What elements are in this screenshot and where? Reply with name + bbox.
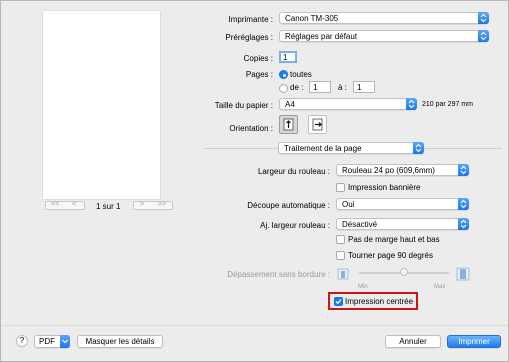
orientation-label: Orientation : [229,124,273,133]
center-print-label: Impression centrée [345,297,414,306]
copies-value: 1 [283,53,288,62]
paper-dimensions: 210 par 297 mm [422,101,473,108]
popup-arrows-icon [478,12,489,24]
first-page-button[interactable]: << [51,201,59,208]
pages-from-label: de : [290,83,304,92]
roll-width-label: Largeur du rouleau : [257,167,330,176]
banner-print-label: Impression bannière [348,183,421,192]
page-preview [43,11,160,199]
printer-select[interactable]: Canon TM-305 [279,12,489,24]
pages-to-field[interactable]: 1 [353,81,375,93]
pdf-dropdown-icon [60,335,70,348]
paper-size-select[interactable]: A4 [279,98,417,110]
popup-arrows-icon [406,98,417,110]
popup-arrows-icon [413,142,424,154]
fit-roll-width-value: Désactivé [342,220,378,229]
print-button[interactable]: Imprimer [447,335,501,348]
roll-width-select[interactable]: Rouleau 24 po (609,6mm) [336,164,469,176]
preview-nav-next-last: > >> [133,201,173,210]
printer-label: Imprimante : [228,15,273,24]
roll-width-value: Rouleau 24 po (609,6mm) [342,166,435,175]
portrait-orientation-icon [283,118,294,131]
pages-to-label: à : [338,83,347,92]
copies-label: Copies : [243,54,273,63]
printer-value: Canon TM-305 [285,14,339,23]
presets-select[interactable]: Réglages par défaut [279,30,489,42]
paper-size-value: A4 [285,100,295,109]
popup-arrows-icon [478,30,489,42]
borderless-overflow-label: Dépassement sans bordure : [227,270,330,279]
page-count: 1 sur 1 [96,202,121,211]
center-print-checkbox[interactable] [334,297,343,306]
copies-field[interactable]: 1 [279,51,297,63]
pages-range-radio[interactable] [279,84,288,93]
paper-size-label: Taille du papier : [214,101,273,110]
cancel-button[interactable]: Annuler [385,335,441,348]
overflow-max-icon [456,267,470,281]
no-margin-label: Pas de marge haut et bas [348,235,440,244]
print-dialog: << < 1 sur 1 > >> Imprimante : Canon TM-… [0,0,509,362]
hide-details-button[interactable]: Masquer les détails [77,335,163,348]
prev-page-button[interactable]: < [72,201,76,208]
pages-all-radio[interactable] [279,70,288,79]
no-margin-checkbox[interactable] [336,235,345,244]
auto-cut-value: Oui [342,200,355,209]
pages-label: Pages : [245,70,273,79]
print-label: Imprimer [458,337,490,346]
last-page-button[interactable]: >> [158,201,166,208]
orientation-portrait-button[interactable] [279,115,298,134]
popup-arrows-icon [458,164,469,176]
cancel-label: Annuler [399,337,427,346]
hide-details-label: Masquer les détails [85,337,155,346]
next-page-button[interactable]: > [140,201,144,208]
pages-to-value: 1 [357,83,362,92]
section-value: Traitement de la page [284,144,362,153]
overflow-slider-thumb[interactable] [400,268,408,276]
pages-from-field[interactable]: 1 [309,81,331,93]
help-button[interactable]: ? [16,335,28,347]
popup-arrows-icon [458,198,469,210]
footer-divider [1,325,508,326]
preview-nav-first-prev: << < [45,201,85,210]
overflow-min-icon [336,267,350,281]
presets-label: Préréglages : [225,33,273,42]
fit-roll-width-select[interactable]: Désactivé [336,218,469,230]
presets-value: Réglages par défaut [285,32,358,41]
overflow-slider[interactable] [359,268,449,276]
popup-arrows-icon [458,218,469,230]
landscape-orientation-icon [312,118,323,131]
section-select[interactable]: Traitement de la page [278,142,424,154]
fit-roll-width-label: Aj. largeur rouleau : [260,221,330,230]
help-icon: ? [19,336,25,345]
rotate-90-label: Tourner page 90 degrés [348,251,433,260]
rotate-90-checkbox[interactable] [336,251,345,260]
pages-all-label: toutes [290,70,312,79]
orientation-landscape-button[interactable] [308,115,327,134]
banner-print-checkbox[interactable] [336,183,345,192]
overflow-min-label: Min [358,284,368,290]
overflow-max-label: Max [434,284,446,290]
checkmark-icon [335,299,342,305]
pages-from-value: 1 [313,83,318,92]
pdf-label: PDF [39,337,55,346]
pdf-menu-button[interactable]: PDF [34,335,70,348]
auto-cut-select[interactable]: Oui [336,198,469,210]
auto-cut-label: Découpe automatique : [247,201,330,210]
